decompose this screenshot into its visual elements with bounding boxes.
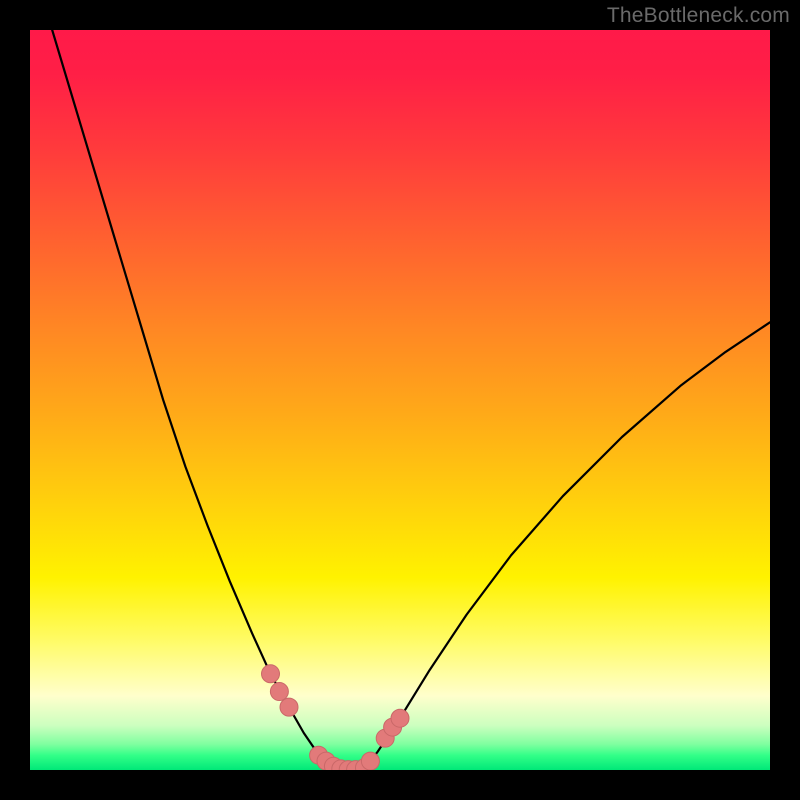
- chart-stage: TheBottleneck.com: [0, 0, 800, 800]
- curve-marker: [270, 683, 288, 701]
- curve-marker: [361, 752, 379, 770]
- curve-marker: [280, 698, 298, 716]
- curve-marker: [391, 709, 409, 727]
- watermark-label: TheBottleneck.com: [607, 4, 790, 28]
- bottleneck-curve: [52, 30, 770, 770]
- curve-marker: [262, 665, 280, 683]
- plot-area: [30, 30, 770, 770]
- chart-svg: [30, 30, 770, 770]
- marker-layer: [262, 665, 410, 770]
